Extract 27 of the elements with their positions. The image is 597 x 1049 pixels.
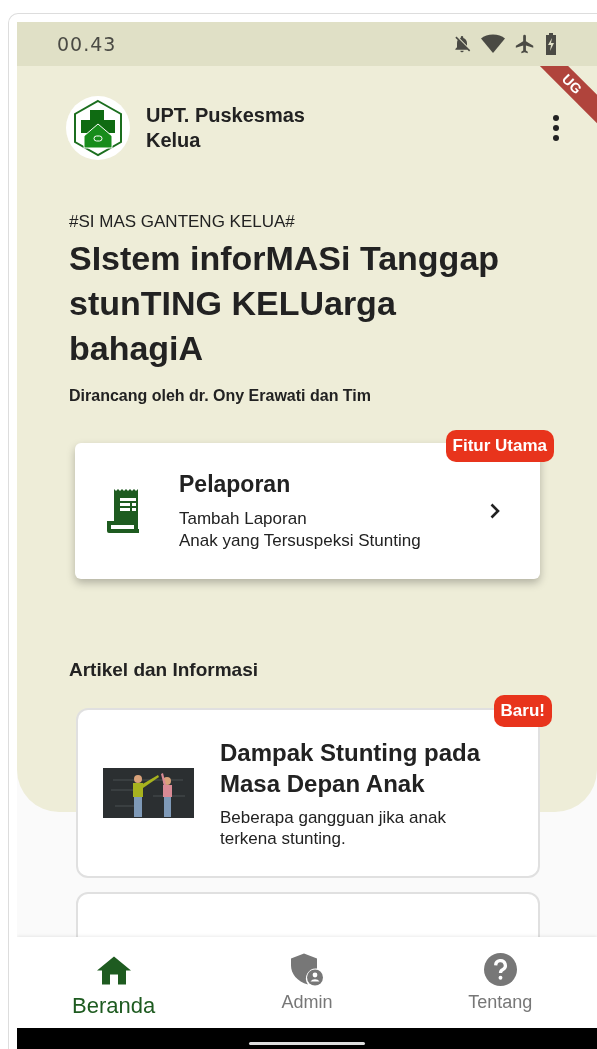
status-time: 00.43 xyxy=(57,33,117,55)
app-headline: SIstem inforMASi Tanggap stunTING KELUarga bahagiA xyxy=(69,238,501,369)
chevron-right-icon xyxy=(490,503,500,519)
article-title: Dampak Stunting pada Masa Depan Anak xyxy=(220,738,482,799)
help-icon xyxy=(483,953,517,986)
more-menu-icon[interactable] xyxy=(552,114,560,142)
card-description: Tambah Laporan xyxy=(179,507,307,530)
credit-text: Dirancang oleh dr. Ony Erawati dan Tim xyxy=(69,387,371,405)
section-title: Artikel dan Informasi xyxy=(69,659,258,681)
organization-name: UPT. Puskesmas Kelua xyxy=(146,103,306,153)
home-icon xyxy=(96,954,131,987)
admin-shield-icon xyxy=(291,953,323,986)
home-indicator[interactable] xyxy=(249,1042,365,1045)
battery-icon xyxy=(545,33,557,55)
nav-tab[interactable]: Beranda xyxy=(17,937,211,1028)
wifi-icon xyxy=(481,34,505,54)
nav-tab[interactable]: Admin xyxy=(210,937,404,1028)
clinic-logo xyxy=(66,96,130,160)
feature-badge: Fitur Utama xyxy=(445,430,554,462)
card-title: Pelaporan xyxy=(179,470,291,498)
new-badge: Baru! xyxy=(493,695,552,727)
airplane-icon xyxy=(514,33,536,55)
notifications-off-icon xyxy=(452,34,472,54)
nav-tab[interactable]: Tentang xyxy=(403,937,597,1028)
article-summary: Beberapa gangguan jika anak terkena stunting. xyxy=(220,807,447,849)
tagline: #SI MAS GANTENG KELUA# xyxy=(69,212,295,232)
card-description: Anak yang Tersuspeksi Stunting xyxy=(179,529,421,552)
